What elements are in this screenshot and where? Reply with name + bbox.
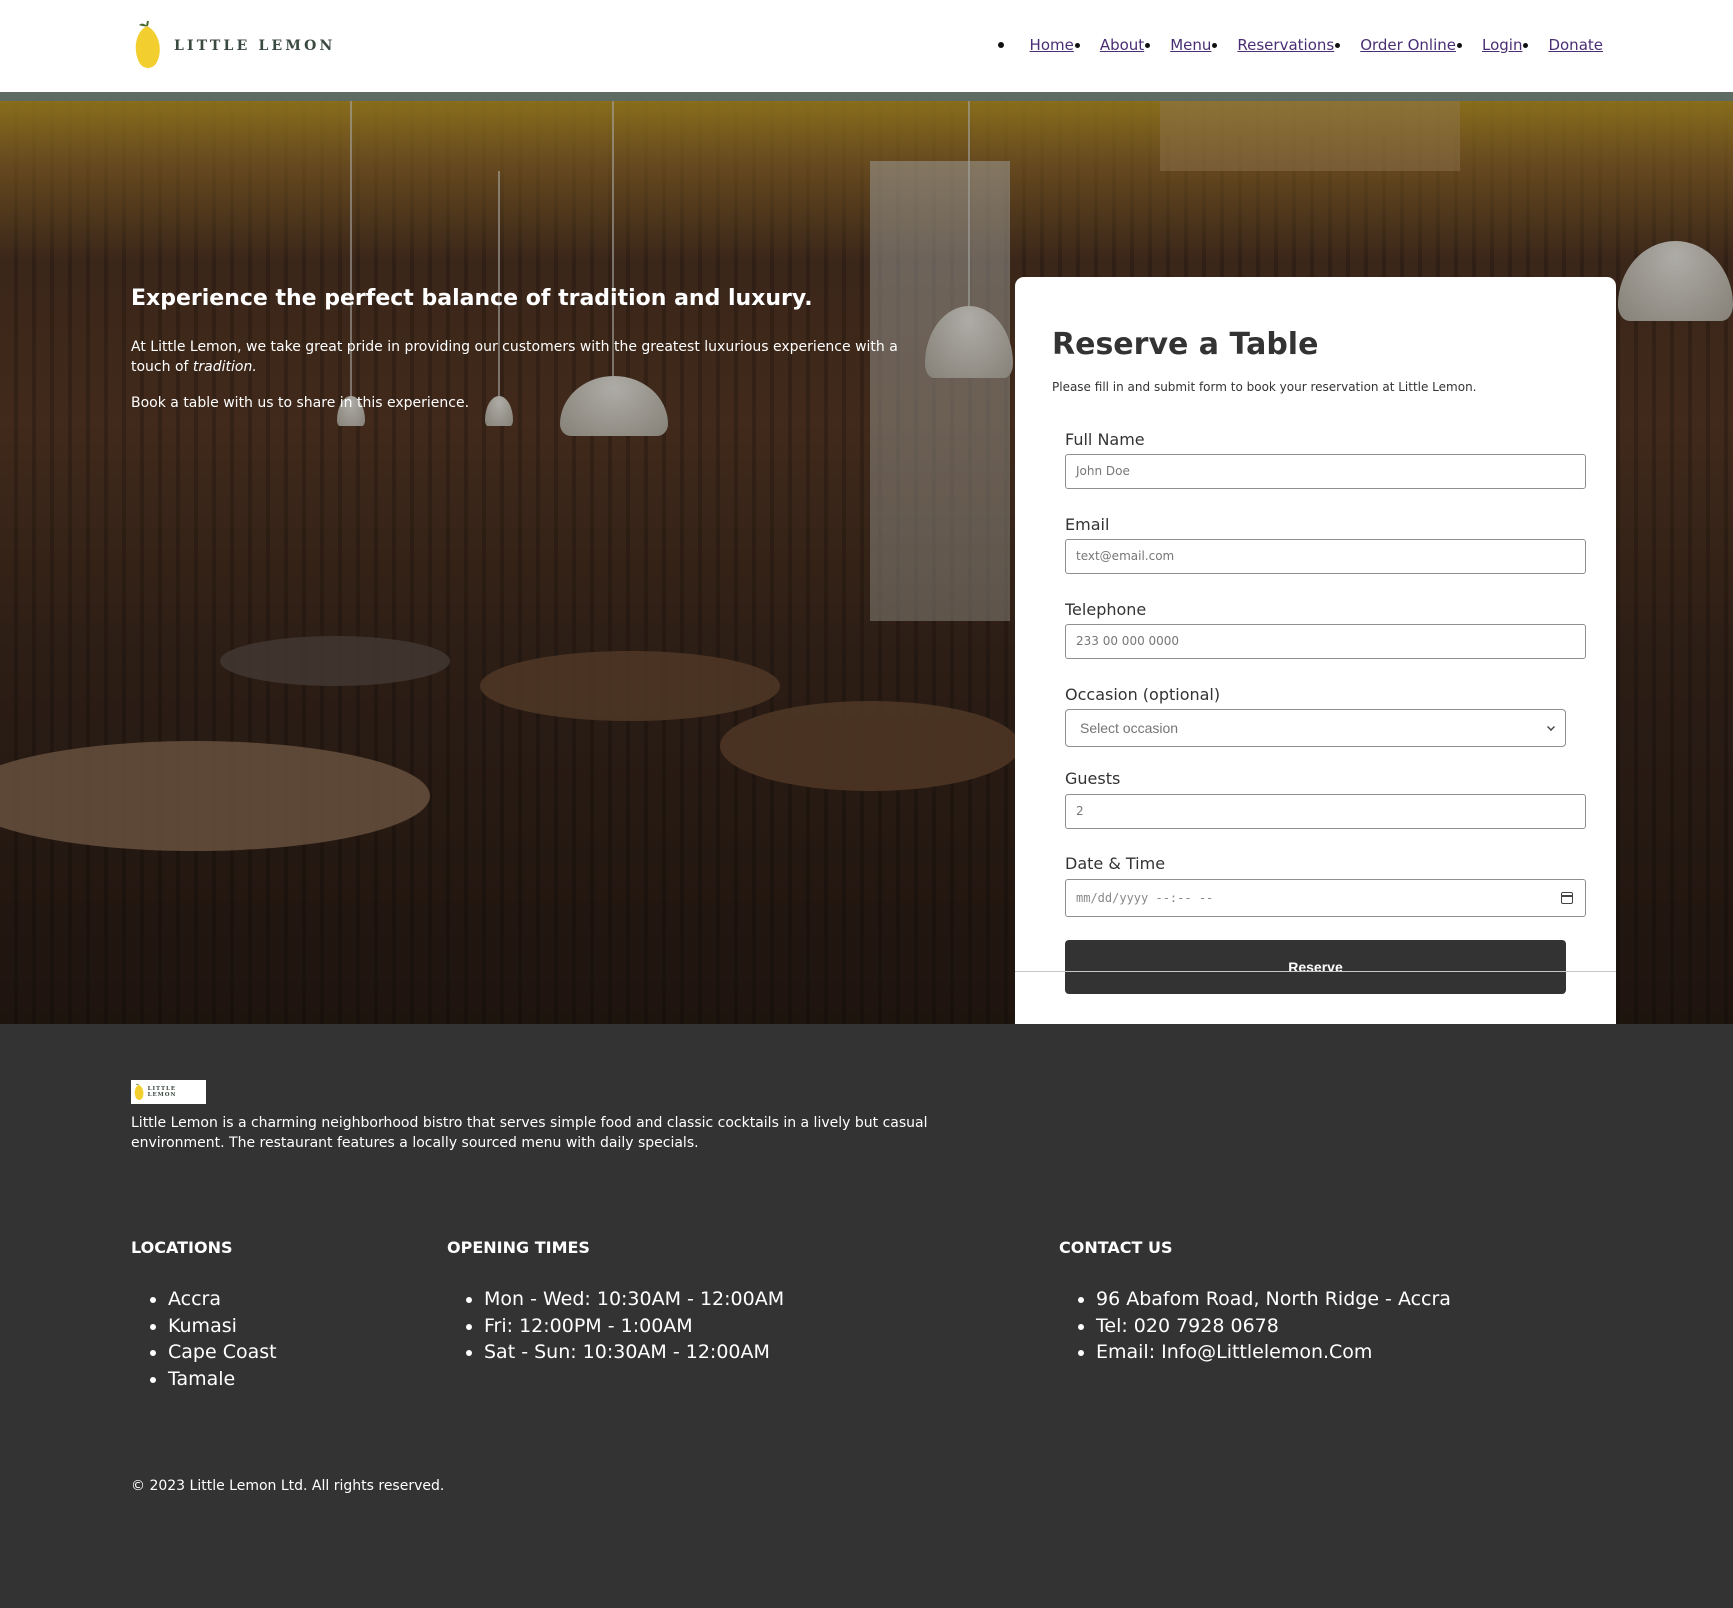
brand-name: LITTLE LEMON — [174, 38, 336, 54]
nav-link-home[interactable]: Home — [1030, 36, 1080, 54]
card-divider — [1015, 971, 1616, 972]
brand-logo[interactable]: LITTLE LEMON — [131, 20, 336, 72]
nav-link-login[interactable]: Login — [1482, 36, 1529, 54]
hero-section: Experience the perfect balance of tradit… — [0, 101, 1733, 1024]
reservation-form-card: Reserve a Table Please fill in and submi… — [1015, 277, 1616, 1024]
nav-link-menu[interactable]: Menu — [1170, 36, 1218, 54]
datetime-placeholder: mm/dd/yyyy --:-- -- — [1076, 891, 1214, 905]
header-divider — [0, 92, 1733, 101]
form-subtitle: Please fill in and submit form to book y… — [1052, 380, 1477, 394]
hero-cta-text: Book a table with us to share in this ex… — [131, 395, 470, 411]
form-title: Reserve a Table — [1052, 327, 1319, 362]
footer-logo[interactable]: LITTLE LEMON — [131, 1080, 206, 1104]
occasion-select[interactable]: Select occasion — [1065, 709, 1566, 747]
lemon-icon — [134, 1083, 144, 1100]
list-item: Tamale — [168, 1366, 277, 1393]
list-item: Cape Coast — [168, 1339, 277, 1366]
nav-link-reservations[interactable]: Reservations — [1237, 36, 1341, 54]
opening-times-list: Mon - Wed: 10:30AM - 12:00AM Fri: 12:00P… — [447, 1286, 784, 1366]
hero-title: Experience the perfect balance of tradit… — [131, 286, 813, 311]
occasion-selected-value: Select occasion — [1080, 720, 1179, 736]
contact-heading: CONTACT US — [1059, 1238, 1173, 1257]
contact-address: 96 Abafom Road, North Ridge - Accra — [1096, 1286, 1451, 1313]
full-name-input[interactable]: John Doe — [1065, 454, 1586, 489]
chevron-down-icon — [1547, 723, 1555, 731]
list-item: Accra — [168, 1286, 277, 1313]
guests-label: Guests — [1065, 769, 1121, 788]
list-item: Fri: 12:00PM - 1:00AM — [484, 1313, 784, 1340]
nav-link-donate[interactable]: Donate — [1548, 36, 1603, 54]
guests-input[interactable]: 2 — [1065, 794, 1586, 829]
footer-brand-name: LITTLE LEMON — [147, 1086, 177, 1098]
hero-paragraph: At Little Lemon, we take great pride in … — [131, 339, 898, 375]
footer-description: Little Lemon is a charming neighborhood … — [131, 1115, 928, 1151]
full-name-label: Full Name — [1065, 430, 1145, 449]
datetime-label: Date & Time — [1065, 854, 1166, 873]
contact-email: Email: Info@Littlelemon.Com — [1096, 1339, 1451, 1366]
telephone-label: Telephone — [1065, 600, 1147, 619]
opening-times-heading: OPENING TIMES — [447, 1238, 590, 1257]
datetime-input[interactable]: mm/dd/yyyy --:-- -- — [1065, 879, 1586, 917]
lemon-icon — [135, 20, 160, 68]
contact-list: 96 Abafom Road, North Ridge - Accra Tel:… — [1059, 1286, 1451, 1366]
list-item: Sat - Sun: 10:30AM - 12:00AM — [484, 1339, 784, 1366]
main-nav: Home About Menu Reservations Order Onlin… — [997, 36, 1603, 54]
locations-list: Accra Kumasi Cape Coast Tamale — [131, 1286, 277, 1392]
email-label: Email — [1065, 515, 1110, 534]
reserve-button[interactable]: Reserve — [1065, 940, 1566, 994]
nav-link-order-online[interactable]: Order Online — [1360, 36, 1462, 54]
nav-bullet — [997, 42, 1004, 48]
site-header: LITTLE LEMON Home About Menu Reservation… — [0, 0, 1733, 92]
contact-phone: Tel: 020 7928 0678 — [1096, 1313, 1451, 1340]
nav-link-about[interactable]: About — [1100, 36, 1151, 54]
calendar-icon[interactable] — [1561, 892, 1573, 904]
copyright-text: © 2023 Little Lemon Ltd. All rights rese… — [131, 1478, 445, 1494]
telephone-input[interactable]: 233 00 000 0000 — [1065, 624, 1586, 659]
list-item: Kumasi — [168, 1313, 277, 1340]
locations-heading: LOCATIONS — [131, 1238, 233, 1257]
occasion-label: Occasion (optional) — [1065, 685, 1221, 704]
email-input[interactable]: text@email.com — [1065, 539, 1586, 574]
list-item: Mon - Wed: 10:30AM - 12:00AM — [484, 1286, 784, 1313]
